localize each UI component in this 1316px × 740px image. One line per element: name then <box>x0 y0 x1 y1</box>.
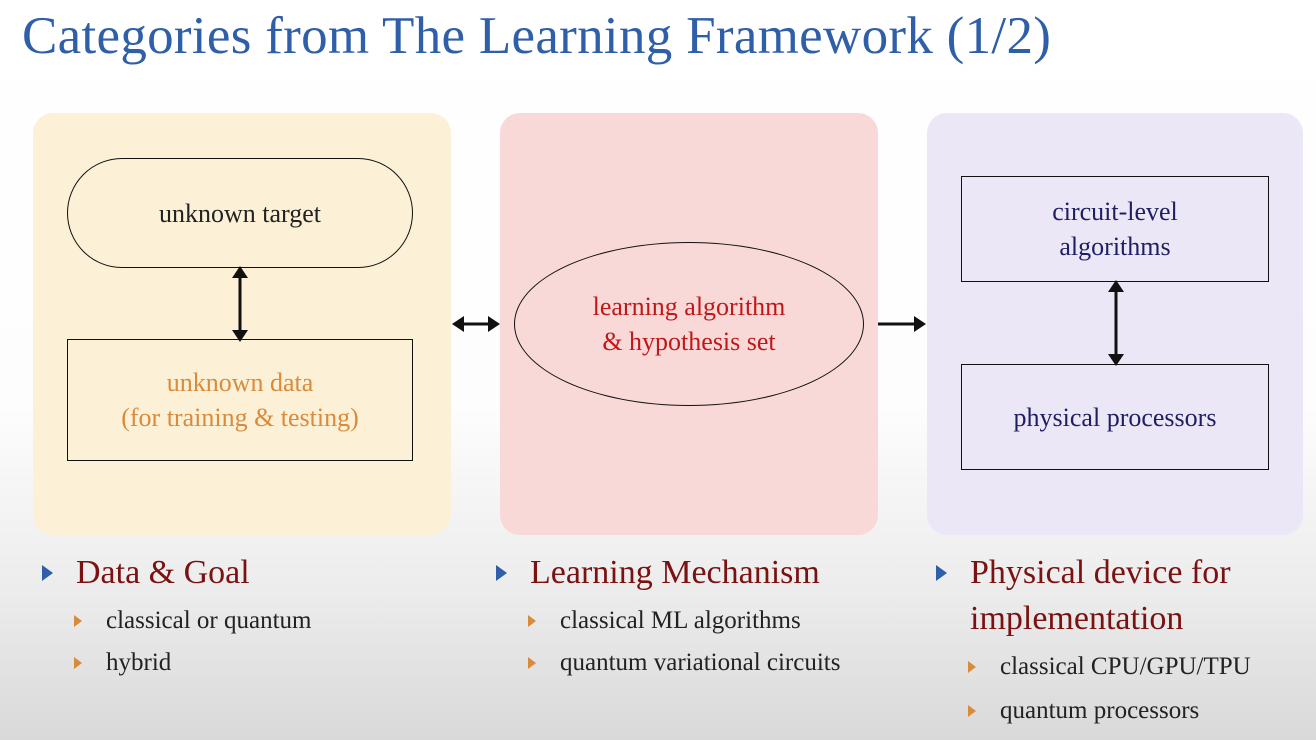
unknown-target-label: unknown target <box>159 198 321 228</box>
bullet-triangle-icon <box>496 565 507 581</box>
data-goal-caption: Data & Goal classical or quantum hybrid <box>42 550 312 680</box>
target-data-double-arrow-icon <box>232 266 248 342</box>
learning-algorithm-label-line2: & hypothesis set <box>602 327 776 356</box>
data-goal-heading-text: Data & Goal <box>76 554 250 591</box>
learning-algorithm-ellipse: learning algorithm & hypothesis set <box>514 242 864 406</box>
circuit-level-algorithms-box: circuit-level algorithms <box>961 176 1269 282</box>
data-goal-item-text: classical or quantum <box>106 607 312 634</box>
sub-bullet-triangle-icon <box>968 705 976 717</box>
learning-mechanism-heading-text: Learning Mechanism <box>530 554 820 591</box>
sub-bullet-triangle-icon <box>74 615 82 627</box>
physical-device-caption: Physical device for implementation class… <box>936 550 1251 730</box>
learning-mechanism-item: classical ML algorithms <box>528 604 840 638</box>
bullet-triangle-icon <box>936 565 947 581</box>
data-goal-item: classical or quantum <box>74 604 312 638</box>
circuit-level-label-line2: algorithms <box>1059 232 1171 261</box>
learning-mechanism-item-text: quantum variational circuits <box>560 649 841 676</box>
circuit-processor-double-arrow-icon <box>1108 280 1124 366</box>
physical-device-item: classical CPU/GPU/TPU <box>968 648 1251 686</box>
physical-device-item: quantum processors <box>968 692 1251 730</box>
learning-mechanism-caption: Learning Mechanism classical ML algorith… <box>496 550 840 680</box>
data-goal-item-text: hybrid <box>106 649 172 676</box>
learning-mechanism-heading: Learning Mechanism <box>496 550 840 596</box>
physical-device-heading-line1: Physical device for <box>970 554 1231 591</box>
physical-device-item-text: classical CPU/GPU/TPU <box>1000 653 1251 680</box>
data-goal-heading: Data & Goal <box>42 550 312 596</box>
bullet-triangle-icon <box>42 565 53 581</box>
sub-bullet-triangle-icon <box>74 657 82 669</box>
unknown-data-label-line1: unknown data <box>166 368 314 397</box>
physical-processors-label: physical processors <box>1013 402 1217 432</box>
circuit-level-label-line1: circuit-level <box>1052 197 1178 226</box>
physical-device-heading-line2: implementation <box>970 600 1184 637</box>
unknown-target-box: unknown target <box>67 158 413 268</box>
learning-mechanism-item: quantum variational circuits <box>528 646 840 680</box>
physical-device-heading: Physical device for implementation <box>936 550 1251 642</box>
learning-algorithm-label-line1: learning algorithm <box>592 292 786 321</box>
unknown-data-label-line2: (for training & testing) <box>121 403 359 432</box>
sub-bullet-triangle-icon <box>968 661 976 673</box>
sub-bullet-triangle-icon <box>528 657 536 669</box>
physical-device-item-text: quantum processors <box>1000 697 1200 724</box>
learning-device-arrow-icon <box>878 316 926 332</box>
learning-mechanism-item-text: classical ML algorithms <box>560 607 801 634</box>
slide-title: Categories from The Learning Framework (… <box>22 7 1052 65</box>
unknown-data-box: unknown data (for training & testing) <box>67 339 413 461</box>
data-learning-double-arrow-icon <box>452 316 500 332</box>
physical-processors-box: physical processors <box>961 364 1269 470</box>
data-goal-item: hybrid <box>74 646 312 680</box>
sub-bullet-triangle-icon <box>528 615 536 627</box>
